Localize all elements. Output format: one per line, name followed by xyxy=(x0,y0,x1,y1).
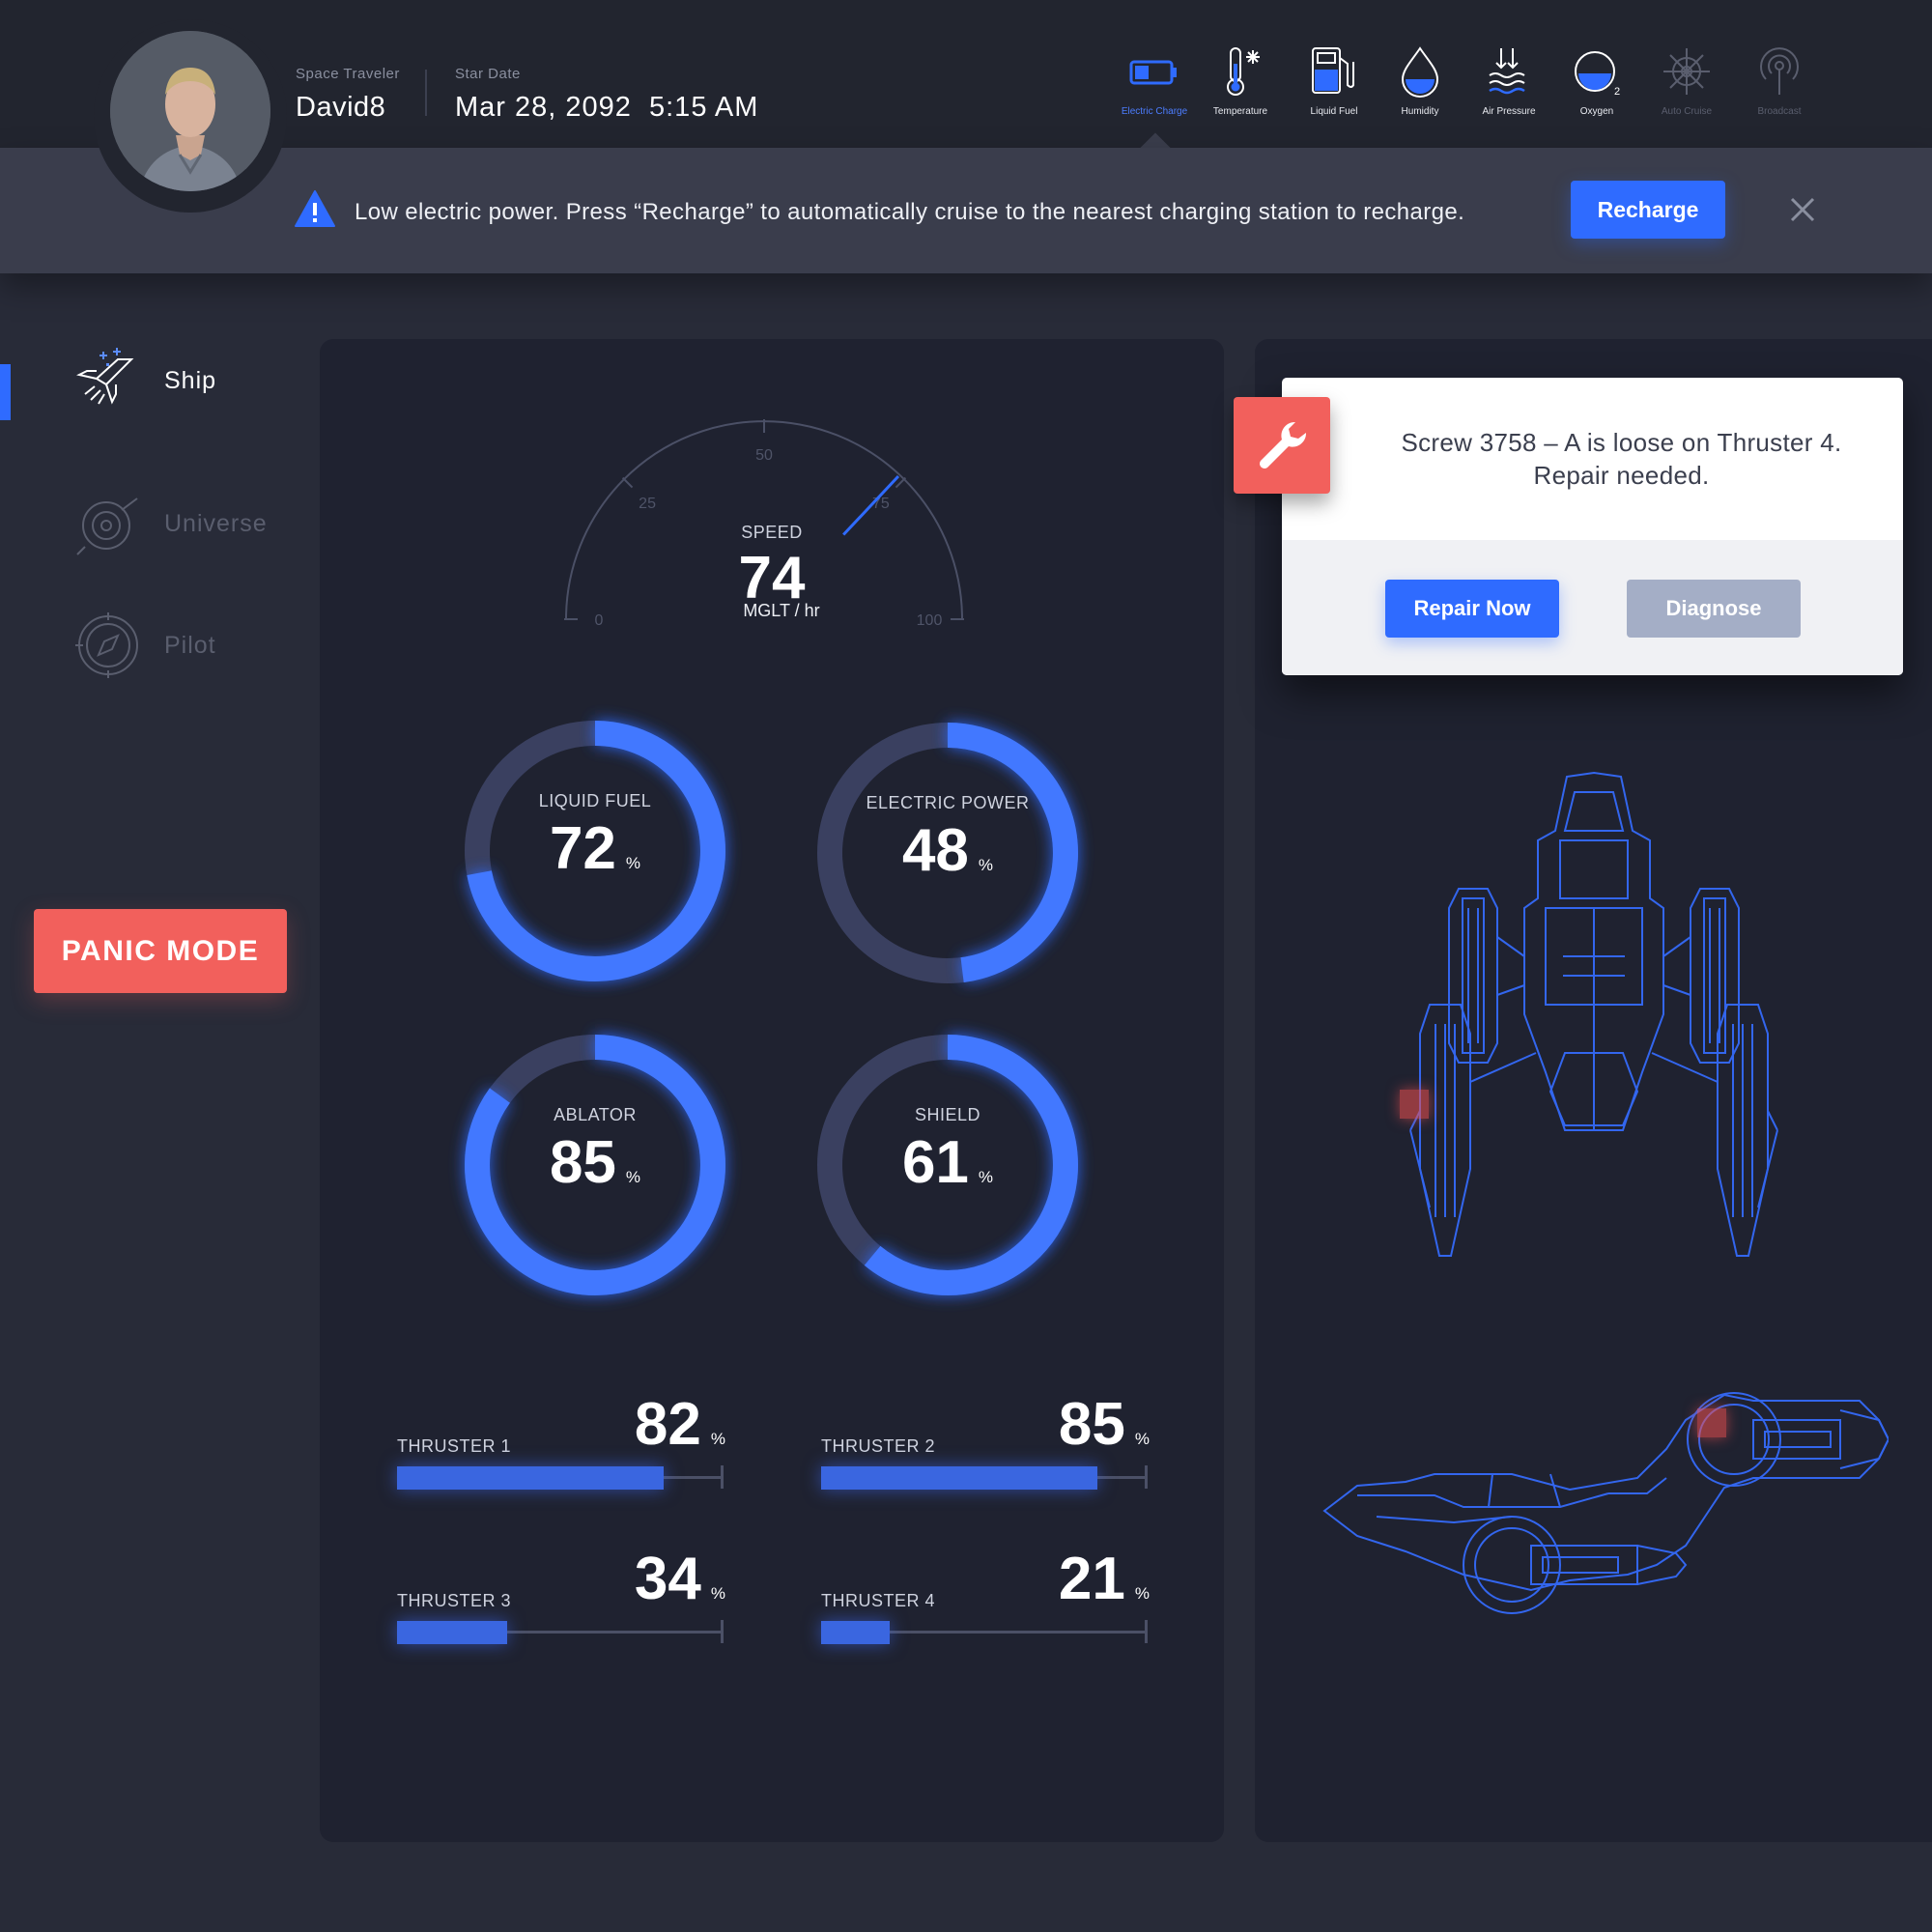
compass-icon xyxy=(75,612,138,678)
thruster-fill xyxy=(397,1466,664,1490)
star-date-label: Star Date xyxy=(455,66,521,82)
active-nav-indicator xyxy=(0,364,11,420)
thruster-2: THRUSTER 2 85% xyxy=(821,1390,1150,1506)
thruster-4: THRUSTER 4 21% xyxy=(821,1545,1150,1661)
recharge-button[interactable]: Recharge xyxy=(1571,181,1725,239)
alert-banner: Low electric power. Press “Recharge” to … xyxy=(0,148,1932,273)
nav-label: Temperature xyxy=(1212,106,1268,117)
sidebar-item-ship[interactable]: Ship xyxy=(73,346,216,415)
ship-status-panel: 0 25 50 75 100 SPEED 74 MGLT / hr LIQUID FUE… xyxy=(320,339,1224,1842)
warning-icon xyxy=(295,190,335,227)
avatar[interactable] xyxy=(110,31,270,191)
thruster-value: 21% xyxy=(1058,1546,1150,1612)
thruster-1: THRUSTER 1 82% xyxy=(397,1390,725,1506)
thruster-track-end xyxy=(721,1620,724,1643)
speed-tick xyxy=(621,476,634,489)
star-date-value: Mar 28, 2092 5:15 AM xyxy=(455,92,759,123)
speed-tick-label: 25 xyxy=(639,496,656,512)
fuel-pump-icon xyxy=(1312,47,1354,94)
repair-message-line2: Repair needed. xyxy=(1533,461,1710,490)
thruster-track-end xyxy=(1145,1620,1148,1643)
gauge-value: 48% xyxy=(901,817,994,884)
nav-label: Air Pressure xyxy=(1482,106,1536,117)
thruster-value: 82% xyxy=(634,1391,725,1458)
nav-label: Auto Cruise xyxy=(1661,106,1713,117)
water-drop-icon xyxy=(1401,46,1439,98)
thruster-fill xyxy=(821,1621,890,1644)
nav-broadcast[interactable]: Broadcast xyxy=(1717,44,1842,117)
damage-marker-top-view xyxy=(1400,1090,1429,1119)
alert-message: Low electric power. Press “Recharge” to … xyxy=(355,199,1465,225)
nav-label: Liquid Fuel xyxy=(1310,106,1358,117)
nav-label: Broadcast xyxy=(1757,106,1802,117)
space-shuttle-icon xyxy=(76,348,134,405)
gauge-label: LIQUID FUEL xyxy=(538,791,652,810)
thruster-label: THRUSTER 3 xyxy=(397,1591,512,1610)
traveler-label: Space Traveler xyxy=(296,66,400,82)
panic-mode-button[interactable]: PANIC MODE xyxy=(34,909,287,993)
thruster-fill xyxy=(821,1466,1097,1490)
thruster-label: THRUSTER 1 xyxy=(397,1436,512,1456)
oxygen-icon: 2 xyxy=(1575,51,1620,98)
damage-marker-side-view xyxy=(1697,1408,1726,1437)
nav-label: Humidity xyxy=(1401,106,1439,117)
header-divider xyxy=(425,70,427,116)
ship-side-view-diagram xyxy=(1322,1392,1889,1614)
gauge-value: 85% xyxy=(549,1129,641,1196)
thruster-value: 85% xyxy=(1058,1391,1150,1458)
thruster-track-end xyxy=(721,1465,724,1489)
gauge-value: 61% xyxy=(901,1129,994,1196)
repair-message-line1: Screw 3758 – A is loose on Thruster 4. xyxy=(1401,428,1842,457)
speed-unit: MGLT / hr xyxy=(743,601,820,620)
ship-wheel-icon xyxy=(1663,48,1710,95)
speed-tick-label: 50 xyxy=(755,447,773,464)
sidebar-item-pilot[interactable]: Pilot xyxy=(73,611,216,680)
broadcast-icon xyxy=(1760,47,1799,95)
sidebar-item-universe[interactable]: Universe xyxy=(73,489,268,558)
thruster-fill xyxy=(397,1621,508,1644)
close-icon[interactable] xyxy=(1783,190,1822,229)
traveler-name: David8 xyxy=(296,92,386,123)
sidebar-item-label: Pilot xyxy=(164,631,216,659)
thermometer-icon xyxy=(1227,47,1260,96)
sidebar-item-label: Universe xyxy=(164,509,268,537)
gauge-label: SHIELD xyxy=(914,1105,981,1124)
avatar-frame xyxy=(94,19,287,213)
repair-card-actions xyxy=(1282,540,1903,675)
thruster-3: THRUSTER 3 34% xyxy=(397,1545,725,1661)
traveler-info: Space Traveler David8 xyxy=(296,66,400,124)
gauge-label: ABLATOR xyxy=(554,1105,637,1124)
thruster-label: THRUSTER 2 xyxy=(821,1436,936,1456)
thruster-label: THRUSTER 4 xyxy=(821,1591,936,1610)
gauge-value: 72% xyxy=(549,815,641,882)
speed-tick-label: 75 xyxy=(872,496,890,512)
sidebar-item-label: Ship xyxy=(164,366,217,394)
repair-now-button[interactable]: Repair Now xyxy=(1385,580,1559,638)
repair-alert-card: Screw 3758 – A is loose on Thruster 4. R… xyxy=(1282,378,1903,675)
ablator-gauge: ABLATOR 85% xyxy=(450,1020,740,1310)
liquid-fuel-gauge: LIQUID FUEL 72% xyxy=(450,706,740,996)
air-pressure-icon xyxy=(1489,48,1525,95)
thruster-value: 34% xyxy=(634,1546,725,1612)
thruster-track-end xyxy=(1145,1465,1148,1489)
top-header: Space Traveler David8 Star Date Mar 28, … xyxy=(0,0,1932,148)
wrench-icon xyxy=(1260,421,1307,469)
planet-orbit-icon xyxy=(76,497,138,555)
nav-label: Oxygen xyxy=(1579,106,1614,117)
electric-power-gauge: ELECTRIC POWER 48% xyxy=(803,708,1093,998)
repair-badge xyxy=(1234,397,1330,494)
battery-icon xyxy=(1129,60,1177,85)
gauge-label: ELECTRIC POWER xyxy=(866,793,1030,812)
svg-text:2: 2 xyxy=(1614,86,1620,98)
diagnose-button[interactable]: Diagnose xyxy=(1627,580,1801,638)
star-date: Star Date Mar 28, 2092 5:15 AM xyxy=(455,66,758,124)
shield-gauge: SHIELD 61% xyxy=(803,1020,1093,1310)
repair-message: Screw 3758 – A is loose on Thruster 4. R… xyxy=(1340,426,1903,492)
ship-top-view-diagram xyxy=(1409,771,1778,1257)
speed-label: SPEED xyxy=(741,523,803,542)
